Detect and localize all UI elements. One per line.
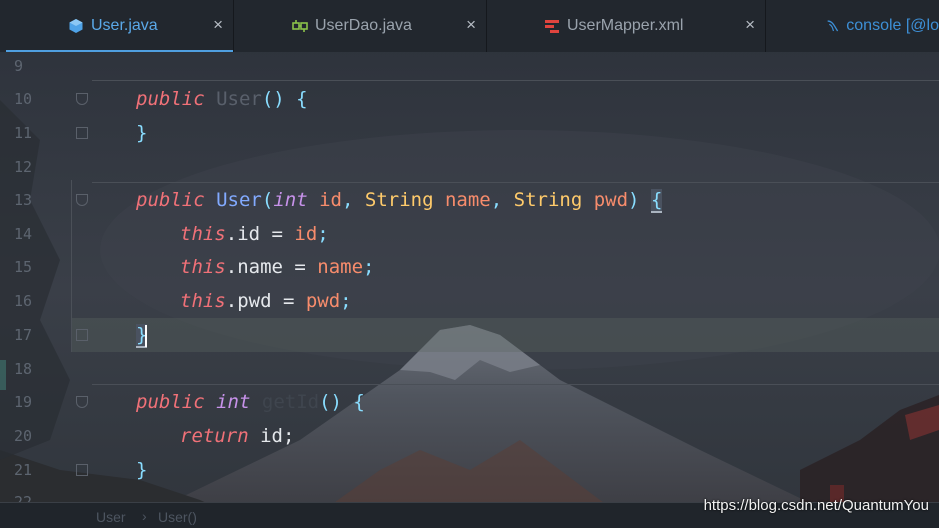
code-punct: } — [136, 122, 148, 144]
code-punct: , — [341, 189, 365, 211]
method-name: getId — [261, 391, 320, 413]
current-line-highlight — [72, 318, 939, 352]
tab-close-button[interactable]: × — [213, 16, 223, 34]
line-number: 21 — [14, 461, 33, 479]
code-line-10[interactable]: public User() { — [136, 82, 308, 116]
code-editor[interactable]: 9 10 11 12 13 14 15 16 17 18 19 20 21 22… — [0, 52, 939, 502]
parameter: pwd — [593, 189, 629, 211]
code-text: id; — [248, 425, 295, 447]
fold-guide-line — [71, 180, 72, 352]
constructor-name: User — [216, 88, 262, 110]
code-punct: () { — [261, 88, 308, 110]
line-number: 17 — [14, 326, 33, 344]
line-number: 14 — [14, 225, 33, 243]
tab-close-button[interactable]: × — [745, 16, 755, 34]
type-name: String — [364, 189, 434, 211]
fold-toggle[interactable] — [76, 464, 88, 476]
code-punct: } — [136, 459, 148, 481]
keyword: public — [136, 391, 205, 413]
keyword: this — [180, 256, 226, 278]
parameter: id — [319, 189, 342, 211]
tab-user-java[interactable]: User.java × — [0, 0, 234, 52]
code-line-16[interactable]: this.pwd = pwd; — [180, 284, 352, 318]
line-number: 16 — [14, 292, 33, 310]
line-number: 11 — [14, 124, 33, 142]
interface-icon — [292, 20, 308, 32]
fold-toggle[interactable] — [76, 127, 88, 139]
line-number: 22 — [14, 493, 33, 502]
watermark-text: https://blog.csdn.net/QuantumYou — [703, 497, 929, 514]
fold-toggle[interactable] — [76, 396, 88, 408]
line-number: 12 — [14, 158, 33, 176]
fold-toggle[interactable] — [76, 194, 88, 206]
tab-usermapper-xml[interactable]: UserMapper.xml × — [487, 0, 766, 52]
keyword: this — [180, 290, 226, 312]
tab-close-button[interactable]: × — [466, 16, 476, 34]
type-name: String — [513, 189, 583, 211]
method-separator — [92, 80, 939, 81]
fold-toggle[interactable] — [76, 329, 88, 341]
code-punct: , — [490, 189, 514, 211]
constructor-name: User — [216, 189, 262, 211]
parameter: name — [444, 189, 491, 211]
code-line-15[interactable]: this.name = name; — [180, 250, 375, 284]
breadcrumb: User › User() https://blog.csdn.net/Quan… — [0, 497, 939, 528]
parameter: id — [294, 223, 318, 245]
tab-userdao-java[interactable]: UserDao.java × — [234, 0, 487, 52]
keyword: this — [180, 223, 226, 245]
code-text: .name = — [225, 256, 318, 278]
code-punct: ( — [261, 189, 274, 211]
code-line-19[interactable]: public int getId() { — [136, 385, 365, 419]
code-line-11[interactable]: } — [136, 116, 147, 150]
matched-brace: { — [650, 189, 663, 213]
code-punct: ; — [363, 256, 375, 278]
type-keyword: int — [216, 391, 251, 413]
tab-label: console [@lo — [846, 17, 939, 34]
code-punct: () { — [319, 391, 365, 413]
breadcrumb-item[interactable]: User — [96, 509, 126, 525]
type-keyword: int — [273, 189, 308, 211]
code-line-13[interactable]: public User(int id, String name, String … — [136, 183, 663, 217]
line-number: 9 — [14, 57, 24, 75]
editor-tab-bar: User.java × UserDao.java × UserMapper.xm… — [0, 0, 939, 52]
keyword: public — [136, 88, 205, 110]
tab-console[interactable]: console [@lo — [766, 0, 939, 52]
code-punct: ) — [628, 189, 651, 211]
breadcrumb-item[interactable]: User() — [158, 509, 197, 525]
fold-toggle[interactable] — [76, 93, 88, 105]
text-caret — [145, 324, 148, 347]
parameter: name — [317, 256, 364, 278]
keyword: public — [136, 189, 205, 211]
parameter: pwd — [305, 290, 341, 312]
database-console-icon — [827, 20, 839, 32]
line-number: 13 — [14, 191, 33, 209]
code-line-17[interactable]: } — [136, 318, 148, 352]
code-punct: ; — [317, 223, 329, 245]
code-line-20[interactable]: return id; — [180, 419, 294, 453]
line-number: 15 — [14, 258, 33, 276]
line-number: 19 — [14, 393, 33, 411]
tab-label: UserDao.java — [315, 17, 412, 34]
xml-icon — [545, 20, 559, 33]
tab-label: UserMapper.xml — [567, 17, 684, 34]
line-number-gutter: 9 10 11 12 13 14 15 16 17 18 19 20 21 22 — [0, 52, 72, 502]
code-punct: ; — [340, 290, 352, 312]
breadcrumb-separator: › — [142, 508, 147, 524]
code-line-21[interactable]: } — [136, 453, 147, 487]
code-line-14[interactable]: this.id = id; — [180, 217, 329, 251]
code-text: .pwd = — [225, 290, 306, 312]
line-number: 20 — [14, 427, 33, 445]
keyword: return — [180, 425, 249, 447]
code-text: .id = — [225, 223, 295, 245]
line-number: 18 — [14, 360, 33, 378]
class-icon — [69, 19, 83, 33]
tab-label: User.java — [91, 17, 158, 34]
line-number: 10 — [14, 90, 33, 108]
